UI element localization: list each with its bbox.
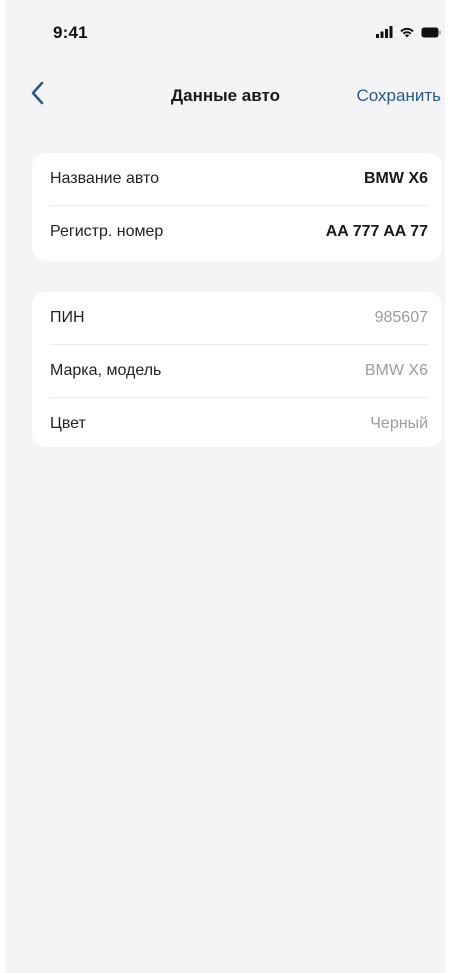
nav-bar: Данные авто Сохранить	[5, 75, 445, 115]
car-name-label: Название авто	[50, 170, 160, 187]
status-icons	[376, 26, 441, 38]
registration-number-label: Регистр. номер	[50, 223, 164, 240]
color-row: Цвет Черный	[50, 397, 428, 450]
make-model-label: Марка, модель	[50, 362, 162, 379]
car-name-value[interactable]: BMW X6	[364, 170, 428, 188]
page-title: Данные авто	[171, 86, 280, 105]
color-label: Цвет	[50, 415, 86, 432]
car-details-card: ПИН 985607 Марка, модель BMW X6 Цвет Чер…	[32, 292, 442, 447]
battery-icon	[421, 27, 441, 38]
car-name-row[interactable]: Название авто BMW X6	[50, 153, 428, 205]
status-bar: 9:41	[5, 0, 445, 60]
pin-value: 985607	[374, 309, 428, 326]
chevron-left-icon	[30, 81, 44, 110]
back-button[interactable]	[23, 81, 51, 109]
pin-row: ПИН 985607	[50, 292, 428, 344]
make-model-row: Марка, модель BMW X6	[50, 344, 428, 397]
car-info-card: Название авто BMW X6 Регистр. номер AA 7…	[32, 153, 442, 261]
save-button[interactable]: Сохранить	[357, 86, 441, 106]
wifi-icon	[399, 26, 415, 38]
make-model-value: BMW X6	[364, 362, 428, 379]
screen: 9:41 Данные авто Сохранить Название авто…	[5, 0, 445, 973]
pin-label: ПИН	[50, 309, 85, 326]
registration-number-value[interactable]: AA 777 AA 77	[326, 223, 428, 241]
registration-number-row[interactable]: Регистр. номер AA 777 AA 77	[50, 205, 428, 258]
signal-icon	[376, 26, 393, 38]
color-value: Черный	[370, 415, 428, 432]
status-time: 9:41	[53, 23, 88, 42]
